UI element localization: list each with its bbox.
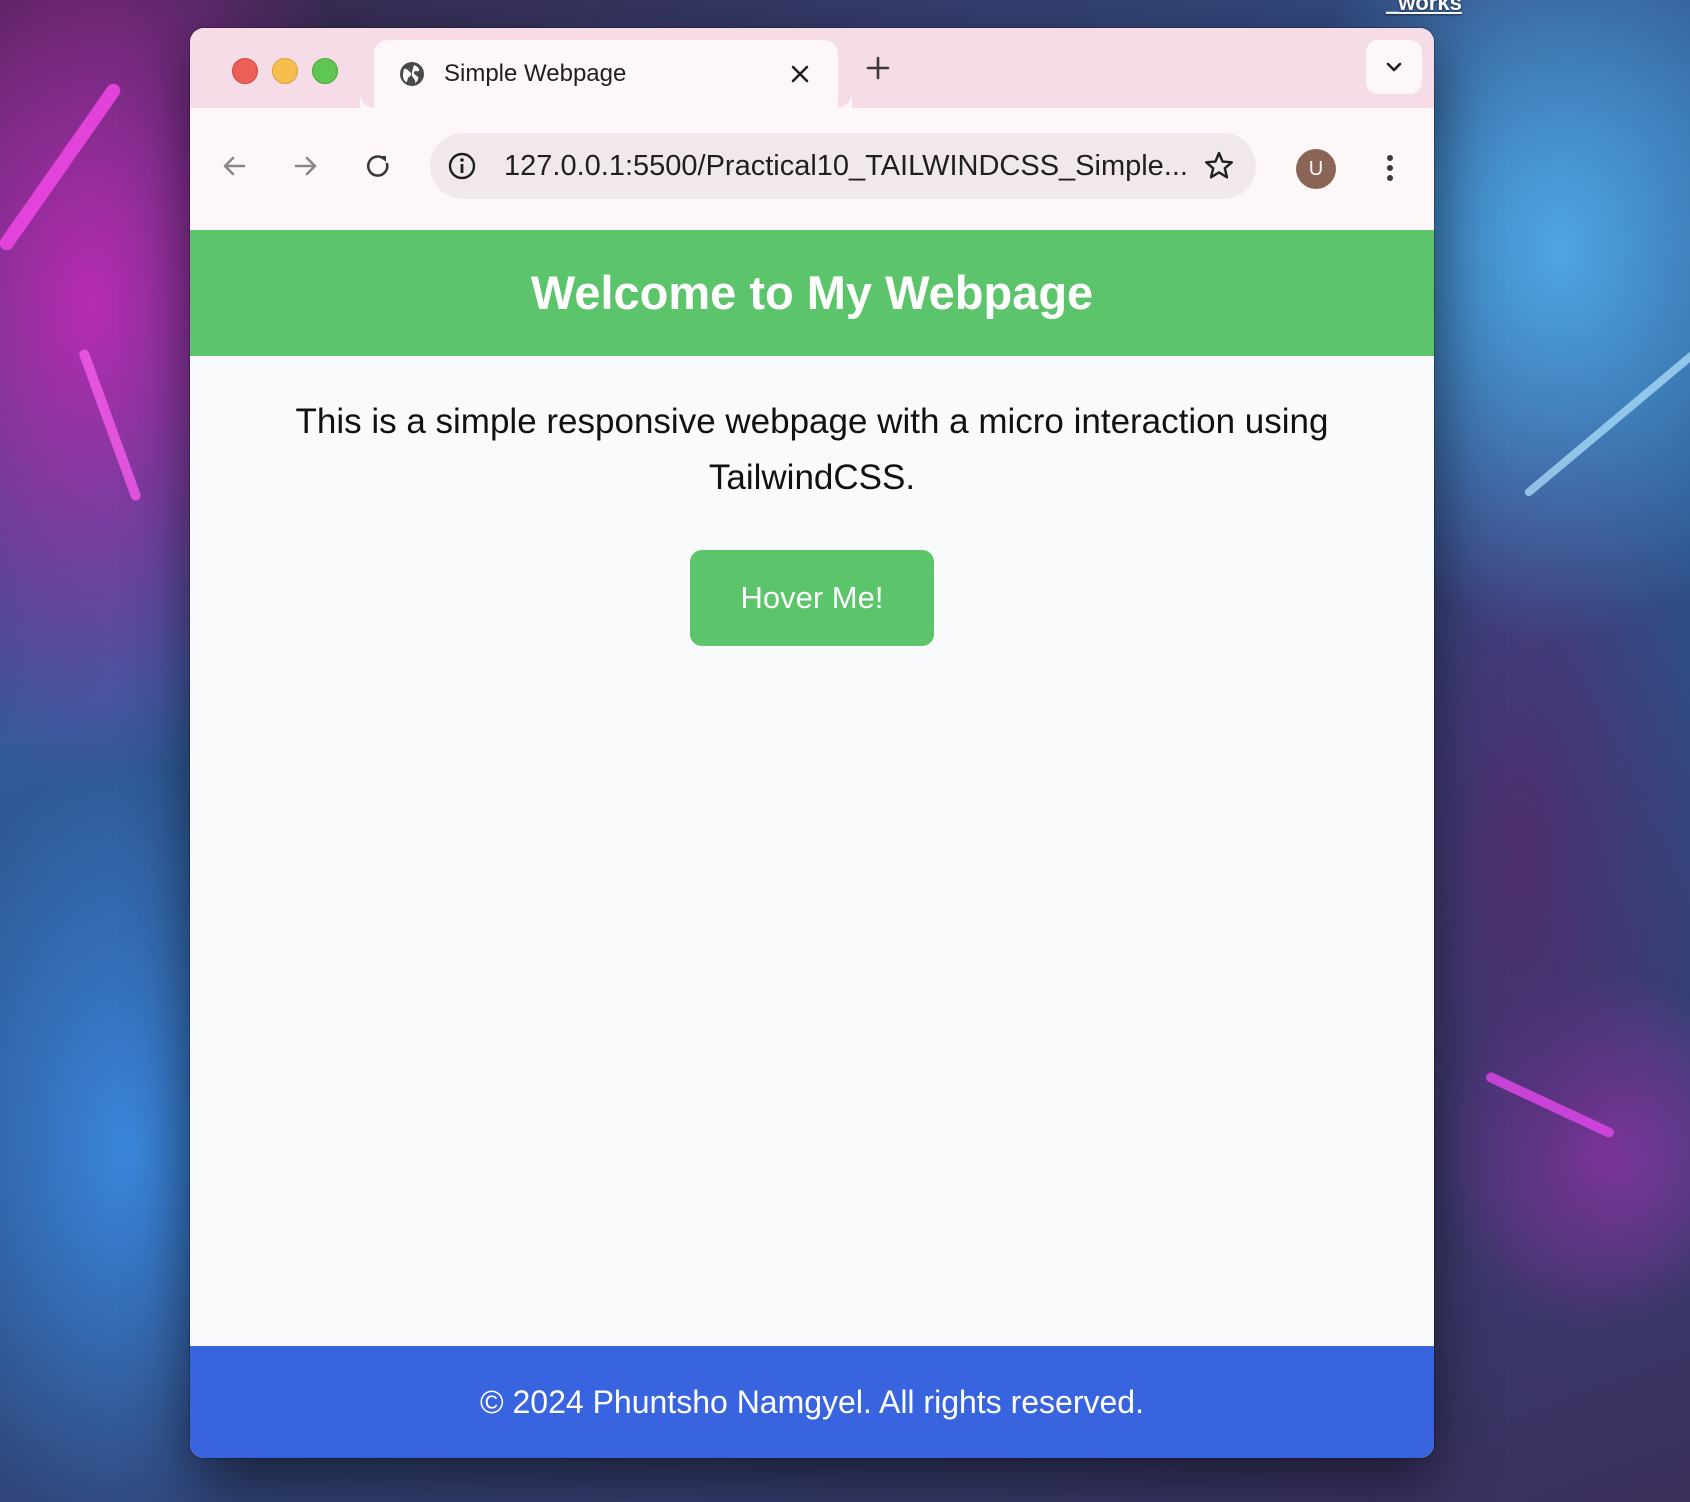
page-footer: © 2024 Phuntsho Namgyel. All rights rese… <box>190 1346 1434 1458</box>
wallpaper-streak <box>1523 350 1690 498</box>
window-maximize-button[interactable] <box>312 58 338 84</box>
tab-strip: Simple Webpage <box>190 28 1434 108</box>
wallpaper-streak <box>77 348 143 502</box>
bookmark-star-icon[interactable] <box>1202 149 1236 183</box>
forward-arrow-icon[interactable] <box>288 148 324 184</box>
browser-window: Simple Webpage 127.0.0.1:5500/Practical1… <box>190 28 1434 1458</box>
tab-search-button[interactable] <box>1366 40 1422 94</box>
wallpaper-streak <box>0 81 124 253</box>
new-tab-icon[interactable] <box>862 52 894 84</box>
window-minimize-button[interactable] <box>272 58 298 84</box>
wallpaper-streak <box>1484 1070 1616 1140</box>
web-page-content: Welcome to My Webpage This is a simple r… <box>190 230 1434 1458</box>
back-arrow-icon[interactable] <box>216 148 252 184</box>
url-text[interactable]: 127.0.0.1:5500/Practical10_TAILWINDCSS_S… <box>504 150 1194 183</box>
site-info-icon[interactable] <box>446 150 478 182</box>
browser-toolbar: 127.0.0.1:5500/Practical10_TAILWINDCSS_S… <box>190 108 1434 231</box>
kebab-menu-icon[interactable] <box>1372 150 1408 186</box>
hover-me-button[interactable]: Hover Me! <box>690 550 934 646</box>
intro-text: This is a simple responsive webpage with… <box>295 402 1329 497</box>
profile-avatar[interactable]: U <box>1296 149 1336 189</box>
chevron-down-icon <box>1386 62 1402 72</box>
globe-icon <box>398 60 426 88</box>
page-title: Welcome to My Webpage <box>530 266 1094 319</box>
tab-simple-webpage[interactable]: Simple Webpage <box>374 40 852 108</box>
close-tab-icon[interactable] <box>784 58 816 90</box>
tab-title: Simple Webpage <box>444 60 627 87</box>
copyright-text: © 2024 Phuntsho Namgyel. All rights rese… <box>480 1384 1144 1420</box>
address-bar[interactable]: 127.0.0.1:5500/Practical10_TAILWINDCSS_S… <box>430 133 1256 199</box>
window-close-button[interactable] <box>232 58 258 84</box>
desktop-folder-label[interactable]: _works <box>1386 0 1462 16</box>
reload-icon[interactable] <box>360 148 396 184</box>
page-header: Welcome to My Webpage <box>190 230 1434 356</box>
